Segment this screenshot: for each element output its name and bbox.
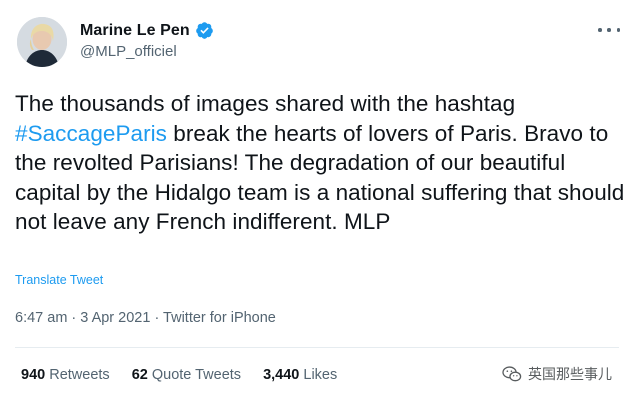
watermark-text: 英国那些事儿: [528, 367, 612, 383]
more-dot: [616, 28, 620, 32]
translate-tweet-link[interactable]: Translate Tweet: [15, 273, 103, 287]
quotes-count: 62: [131, 367, 148, 383]
retweets-count: 940: [21, 367, 46, 383]
more-dot: [607, 28, 611, 32]
likes-stat[interactable]: 3,440 Likes: [263, 367, 337, 383]
watermark: 英国那些事儿: [502, 364, 612, 384]
more-dot: [598, 28, 602, 32]
author-display-name[interactable]: Marine Le Pen: [80, 22, 190, 40]
tweet-text: The thousands of images shared with the …: [15, 89, 627, 237]
avatar[interactable]: [17, 17, 67, 67]
author-handle[interactable]: @MLP_officiel: [80, 43, 177, 60]
likes-label: Likes: [303, 367, 338, 383]
quotes-label: Quote Tweets: [151, 367, 242, 383]
retweets-stat[interactable]: 940 Retweets: [21, 367, 110, 383]
author-name-row: Marine Le Pen: [80, 21, 214, 40]
tweet-timestamp[interactable]: 6:47 am · 3 Apr 2021 · Twitter for iPhon…: [15, 310, 276, 326]
more-options-icon[interactable]: [598, 22, 620, 38]
divider: [15, 347, 619, 348]
likes-count: 3,440: [263, 367, 300, 383]
hashtag-link[interactable]: #SaccageParis: [15, 121, 167, 146]
retweets-label: Retweets: [49, 367, 110, 383]
tweet-text-start: The thousands of images shared with the …: [15, 91, 516, 116]
verified-badge-icon: [195, 22, 213, 39]
wechat-icon: [502, 366, 522, 382]
engagement-stats: 940 Retweets 62 Quote Tweets 3,440 Likes: [21, 367, 337, 383]
avatar-image: [17, 17, 67, 67]
tweet-card: Marine Le Pen @MLP_officiel The thousand…: [0, 0, 634, 402]
quote-tweets-stat[interactable]: 62 Quote Tweets: [132, 367, 241, 383]
